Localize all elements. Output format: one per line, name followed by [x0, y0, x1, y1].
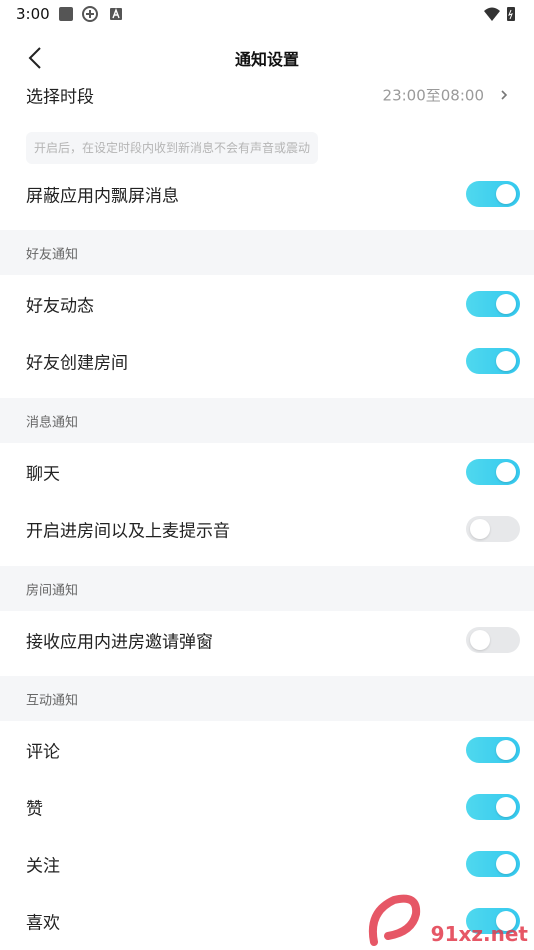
section-title: 好友通知	[26, 247, 79, 262]
row-label: 好友创建房间	[26, 353, 128, 373]
toggle-knob	[496, 293, 516, 314]
section-title: 房间通知	[26, 583, 79, 598]
toggle-knob	[496, 183, 516, 204]
watermark-text: 91xz.net	[430, 922, 528, 946]
toggle-knob	[496, 739, 516, 760]
page-title: 通知设置	[234, 50, 299, 69]
app-notification-icon	[82, 6, 98, 22]
section-title: 互动通知	[26, 693, 79, 708]
row-label: 开启进房间以及上麦提示音	[26, 521, 230, 541]
square-notification-icon	[59, 7, 73, 21]
room-join-sound-row: 开启进房间以及上麦提示音	[0, 500, 534, 557]
block-floating-messages-row: 屏蔽应用内飘屏消息	[0, 165, 534, 222]
toggle-knob	[496, 853, 516, 874]
row-label: 关注	[26, 856, 60, 876]
comment-row: 评论	[0, 721, 534, 778]
row-label: 接收应用内进房邀请弹窗	[26, 632, 213, 652]
battery-icon	[507, 7, 515, 21]
section-room: 房间通知	[0, 566, 534, 611]
status-bar: 3:00	[0, 0, 534, 28]
chat-toggle[interactable]	[466, 458, 520, 485]
friend-create-room-row: 好友创建房间	[0, 332, 534, 389]
font-notification-icon	[110, 8, 122, 20]
row-label: 评论	[26, 742, 60, 762]
chevron-right-icon	[501, 90, 508, 100]
section-message: 消息通知	[0, 398, 534, 443]
toggle-knob	[496, 461, 516, 482]
row-label: 屏蔽应用内飘屏消息	[26, 186, 179, 206]
wifi-icon	[484, 7, 500, 21]
like-toggle[interactable]	[466, 793, 520, 820]
friend-create-room-toggle[interactable]	[466, 347, 520, 374]
section-title: 消息通知	[26, 415, 79, 430]
follow-row: 关注	[0, 835, 534, 892]
follow-toggle[interactable]	[466, 850, 520, 877]
row-label: 好友动态	[26, 296, 94, 316]
section-interaction: 互动通知	[0, 676, 534, 721]
toggle-knob	[470, 629, 490, 650]
room-invite-popup-toggle[interactable]	[466, 626, 520, 653]
quiet-hours-hint: 开启后，在设定时段内收到新消息不会有声音或震动	[26, 132, 319, 164]
site-watermark: 91xz.net	[364, 892, 534, 950]
comment-toggle[interactable]	[466, 736, 520, 763]
friend-activity-row: 好友动态	[0, 275, 534, 332]
toggle-knob	[496, 796, 516, 817]
row-label: 喜欢	[26, 913, 60, 933]
like-row: 赞	[0, 778, 534, 835]
friend-activity-toggle[interactable]	[466, 290, 520, 317]
room-invite-popup-row: 接收应用内进房邀请弹窗	[0, 611, 534, 668]
app-bar: 通知设置	[0, 28, 534, 88]
watermark-logo-icon	[369, 894, 421, 946]
block-floating-messages-toggle[interactable]	[466, 180, 520, 207]
row-label: 聊天	[26, 464, 60, 484]
toggle-knob	[496, 350, 516, 371]
room-join-sound-toggle[interactable]	[466, 515, 520, 542]
row-label: 赞	[26, 799, 43, 819]
chat-row: 聊天	[0, 443, 534, 500]
section-friend: 好友通知	[0, 230, 534, 275]
status-time: 3:00	[16, 5, 50, 23]
toggle-knob	[470, 518, 490, 539]
